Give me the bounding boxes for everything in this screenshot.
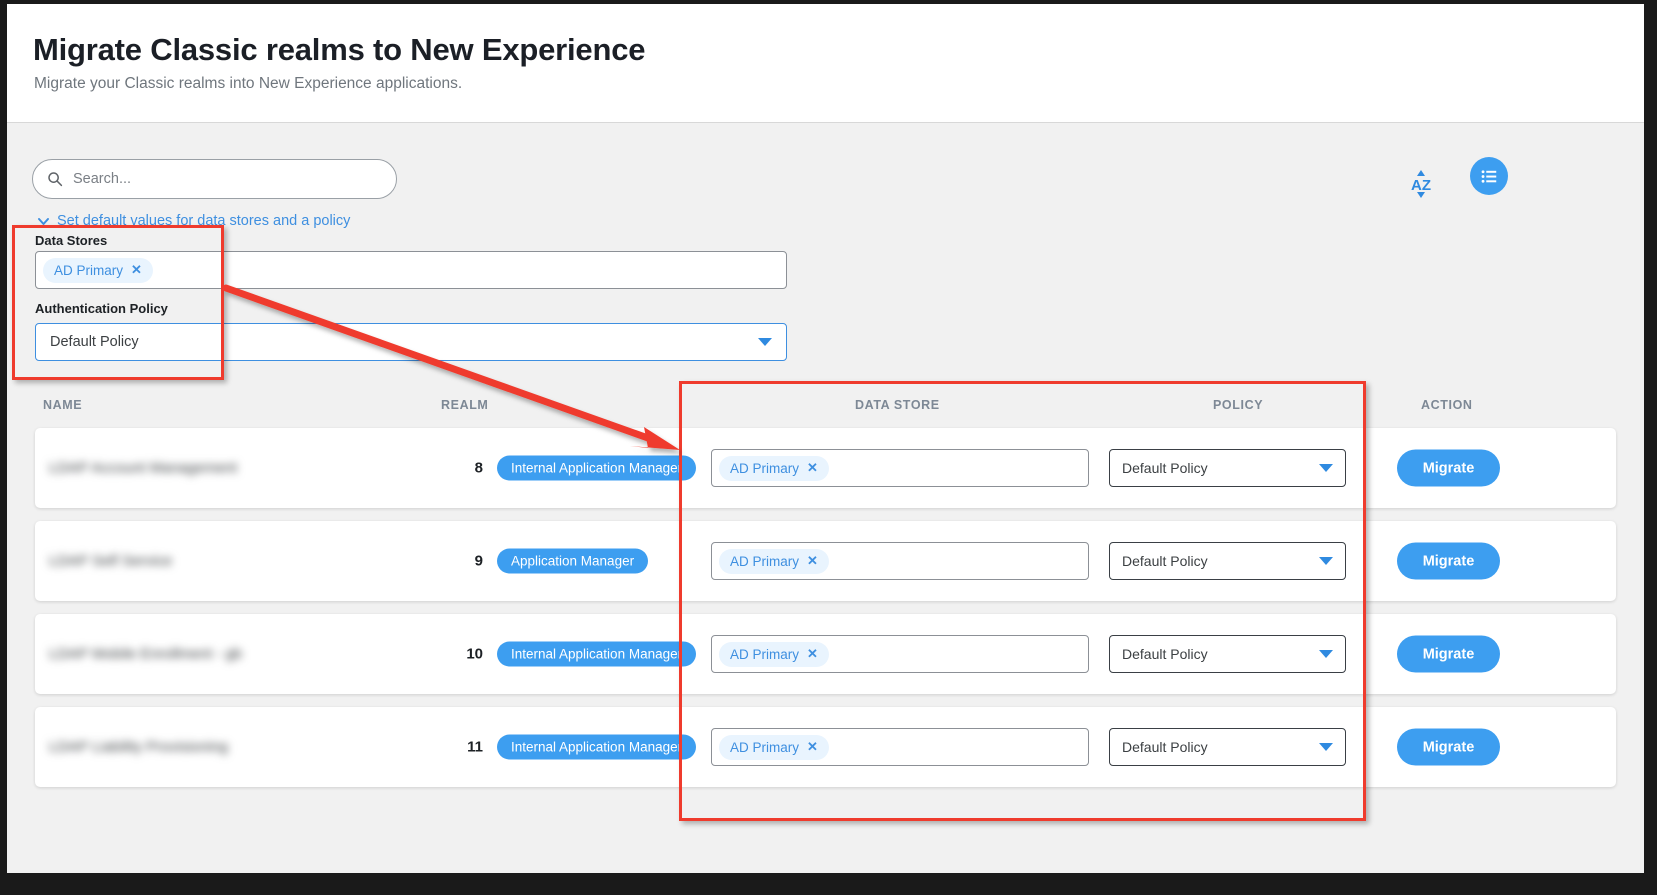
row-data-store-field[interactable]: AD Primary ✕	[711, 728, 1089, 766]
set-defaults-toggle-label: Set default values for data stores and a…	[57, 213, 350, 229]
table-row: LDAP Mobile Enrollment - gb 10 Internal Ap…	[35, 614, 1616, 694]
row-realm-number: 8	[435, 460, 483, 477]
caret-down-icon	[1319, 464, 1333, 472]
chevron-down-icon	[37, 215, 50, 228]
row-name: LDAP Liability Provisioning	[49, 739, 228, 756]
migrate-button[interactable]: Migrate	[1397, 729, 1500, 766]
caret-down-icon	[758, 338, 772, 346]
table-row: LDAP Account Management 8 Internal Applica…	[35, 428, 1616, 508]
row-name: LDAP Account Management	[49, 460, 237, 477]
column-header-datastore: DATA STORE	[855, 398, 940, 412]
row-policy-value: Default Policy	[1122, 646, 1208, 662]
row-data-store-chip[interactable]: AD Primary ✕	[719, 549, 829, 574]
row-realm-number: 9	[435, 553, 483, 570]
row-data-store-chip-label: AD Primary	[730, 461, 799, 476]
default-data-stores-field[interactable]: AD Primary ✕	[35, 251, 787, 289]
table-body: LDAP Account Management 8 Internal Applica…	[7, 428, 1644, 787]
authentication-policy-label: Authentication Policy	[35, 301, 168, 316]
row-policy-value: Default Policy	[1122, 460, 1208, 476]
list-view-icon[interactable]	[1470, 157, 1508, 195]
row-data-store-chip[interactable]: AD Primary ✕	[719, 456, 829, 481]
row-data-store-chip[interactable]: AD Primary ✕	[719, 735, 829, 760]
column-header-policy: POLICY	[1213, 398, 1263, 412]
data-store-chip-label: AD Primary	[54, 263, 123, 278]
caret-down-icon	[1319, 743, 1333, 751]
row-data-store-field[interactable]: AD Primary ✕	[711, 542, 1089, 580]
close-x-icon[interactable]: ✕	[807, 739, 818, 755]
screenshot-root: Migrate Classic realms to New Experience…	[0, 0, 1657, 895]
close-x-icon[interactable]: ✕	[131, 262, 142, 278]
row-name: LDAP Mobile Enrollment - gb	[49, 646, 242, 663]
row-data-store-field[interactable]: AD Primary ✕	[711, 449, 1089, 487]
row-policy-value: Default Policy	[1122, 553, 1208, 569]
default-policy-select[interactable]: Default Policy	[35, 323, 787, 361]
close-x-icon[interactable]: ✕	[807, 646, 818, 662]
window-frame-right	[1644, 0, 1657, 895]
page-header: Migrate Classic realms to New Experience…	[7, 4, 1644, 123]
row-data-store-chip-label: AD Primary	[730, 740, 799, 755]
search-box[interactable]	[32, 159, 397, 199]
row-policy-select[interactable]: Default Policy	[1109, 728, 1346, 766]
row-realm-badge: Internal Application Manager	[497, 456, 696, 481]
row-data-store-chip[interactable]: AD Primary ✕	[719, 642, 829, 667]
search-icon	[47, 171, 63, 187]
close-x-icon[interactable]: ✕	[807, 460, 818, 476]
data-store-chip[interactable]: AD Primary ✕	[43, 258, 153, 283]
data-stores-label: Data Stores	[35, 233, 107, 248]
table-row: LDAP Self Service 9 Application Manager AD …	[35, 521, 1616, 601]
close-x-icon[interactable]: ✕	[807, 553, 818, 569]
migrate-button[interactable]: Migrate	[1397, 636, 1500, 673]
row-realm-badge: Internal Application Manager	[497, 642, 696, 667]
page-subtitle: Migrate your Classic realms into New Exp…	[34, 75, 462, 93]
window-frame-left	[0, 0, 7, 895]
sort-az-icon[interactable]: AZ	[1404, 168, 1438, 200]
table-header-row: NAME REALM DATA STORE POLICY ACTION	[7, 388, 1644, 428]
row-policy-select[interactable]: Default Policy	[1109, 449, 1346, 487]
row-realm-number: 11	[435, 739, 483, 756]
column-header-realm: REALM	[441, 398, 488, 412]
svg-text:AZ: AZ	[1411, 177, 1431, 194]
window-frame-bottom	[0, 873, 1657, 895]
caret-down-icon	[1319, 557, 1333, 565]
set-defaults-toggle[interactable]: Set default values for data stores and a…	[37, 213, 350, 229]
column-header-name: NAME	[43, 398, 82, 412]
row-name: LDAP Self Service	[49, 553, 172, 570]
default-policy-value: Default Policy	[50, 334, 139, 350]
row-data-store-field[interactable]: AD Primary ✕	[711, 635, 1089, 673]
migrate-button[interactable]: Migrate	[1397, 543, 1500, 580]
row-policy-select[interactable]: Default Policy	[1109, 542, 1346, 580]
table-row: LDAP Liability Provisioning 11 Internal Ap…	[35, 707, 1616, 787]
page-title: Migrate Classic realms to New Experience	[33, 32, 645, 68]
caret-down-icon	[1319, 650, 1333, 658]
row-realm-number: 10	[435, 646, 483, 663]
row-data-store-chip-label: AD Primary	[730, 554, 799, 569]
row-realm-badge: Internal Application Manager	[497, 735, 696, 760]
column-header-action: ACTION	[1421, 398, 1473, 412]
row-realm-badge: Application Manager	[497, 549, 648, 574]
defaults-panel: Data Stores AD Primary ✕ Authentication …	[27, 233, 787, 378]
row-data-store-chip-label: AD Primary	[730, 647, 799, 662]
row-policy-value: Default Policy	[1122, 739, 1208, 755]
page-container: Migrate Classic realms to New Experience…	[7, 4, 1644, 873]
migrate-button[interactable]: Migrate	[1397, 450, 1500, 487]
search-input[interactable]	[73, 171, 353, 187]
row-policy-select[interactable]: Default Policy	[1109, 635, 1346, 673]
page-body: AZ	[7, 123, 1644, 873]
migration-table: NAME REALM DATA STORE POLICY ACTION LDAP…	[7, 388, 1644, 800]
